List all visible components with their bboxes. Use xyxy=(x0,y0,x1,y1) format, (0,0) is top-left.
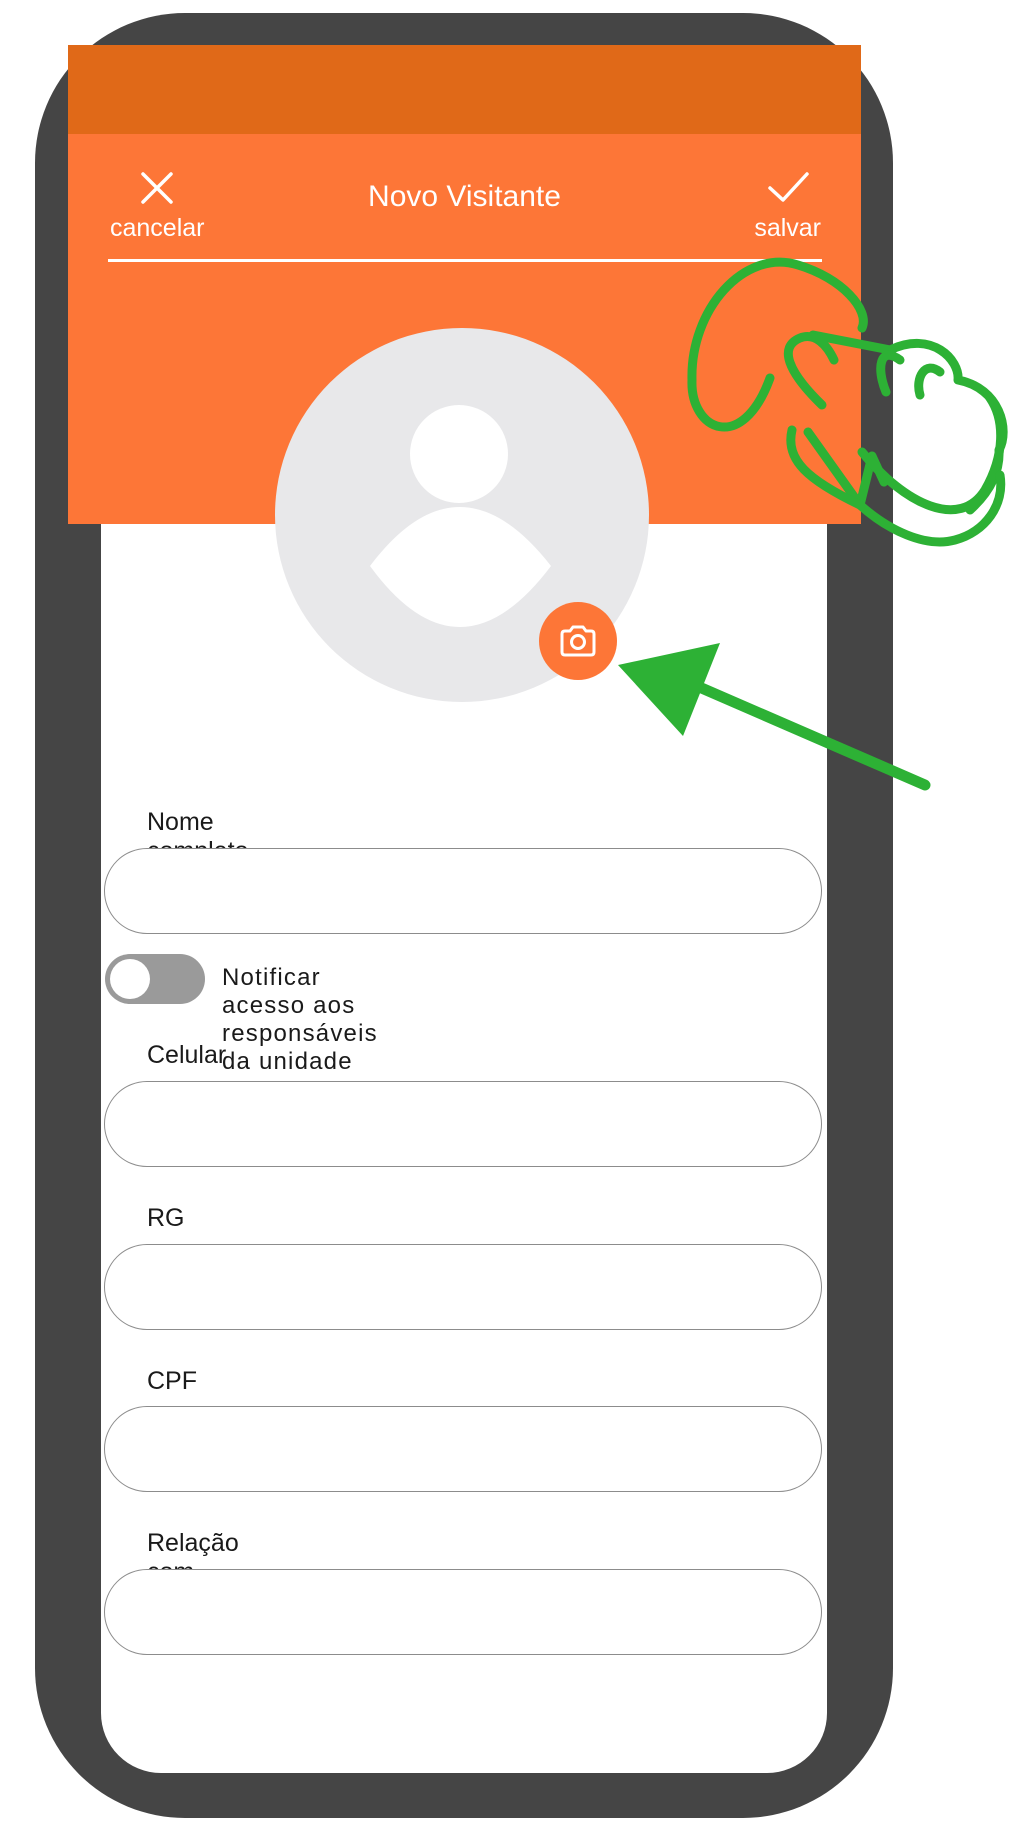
camera-icon xyxy=(560,625,596,657)
toggle-knob xyxy=(110,959,150,999)
rg-input[interactable] xyxy=(104,1244,822,1330)
relacao-input[interactable] xyxy=(104,1569,822,1655)
header-divider xyxy=(108,259,822,262)
celular-input[interactable] xyxy=(104,1081,822,1167)
celular-label: Celular xyxy=(147,1041,227,1069)
cancel-label: cancelar xyxy=(110,214,205,242)
nome-completo-input[interactable] xyxy=(104,848,822,934)
camera-button[interactable] xyxy=(539,602,617,680)
cpf-label: CPF xyxy=(147,1367,197,1395)
page-title: Novo Visitante xyxy=(368,180,561,213)
status-bar xyxy=(68,45,861,134)
check-icon xyxy=(767,172,809,202)
cpf-input[interactable] xyxy=(104,1406,822,1492)
rg-label: RG xyxy=(147,1204,185,1232)
save-button[interactable]: salvar xyxy=(754,164,821,243)
notify-label: Notificar acesso aos responsáveis da uni… xyxy=(222,964,378,1075)
save-label: salvar xyxy=(754,214,821,242)
notify-toggle[interactable] xyxy=(105,954,205,1004)
